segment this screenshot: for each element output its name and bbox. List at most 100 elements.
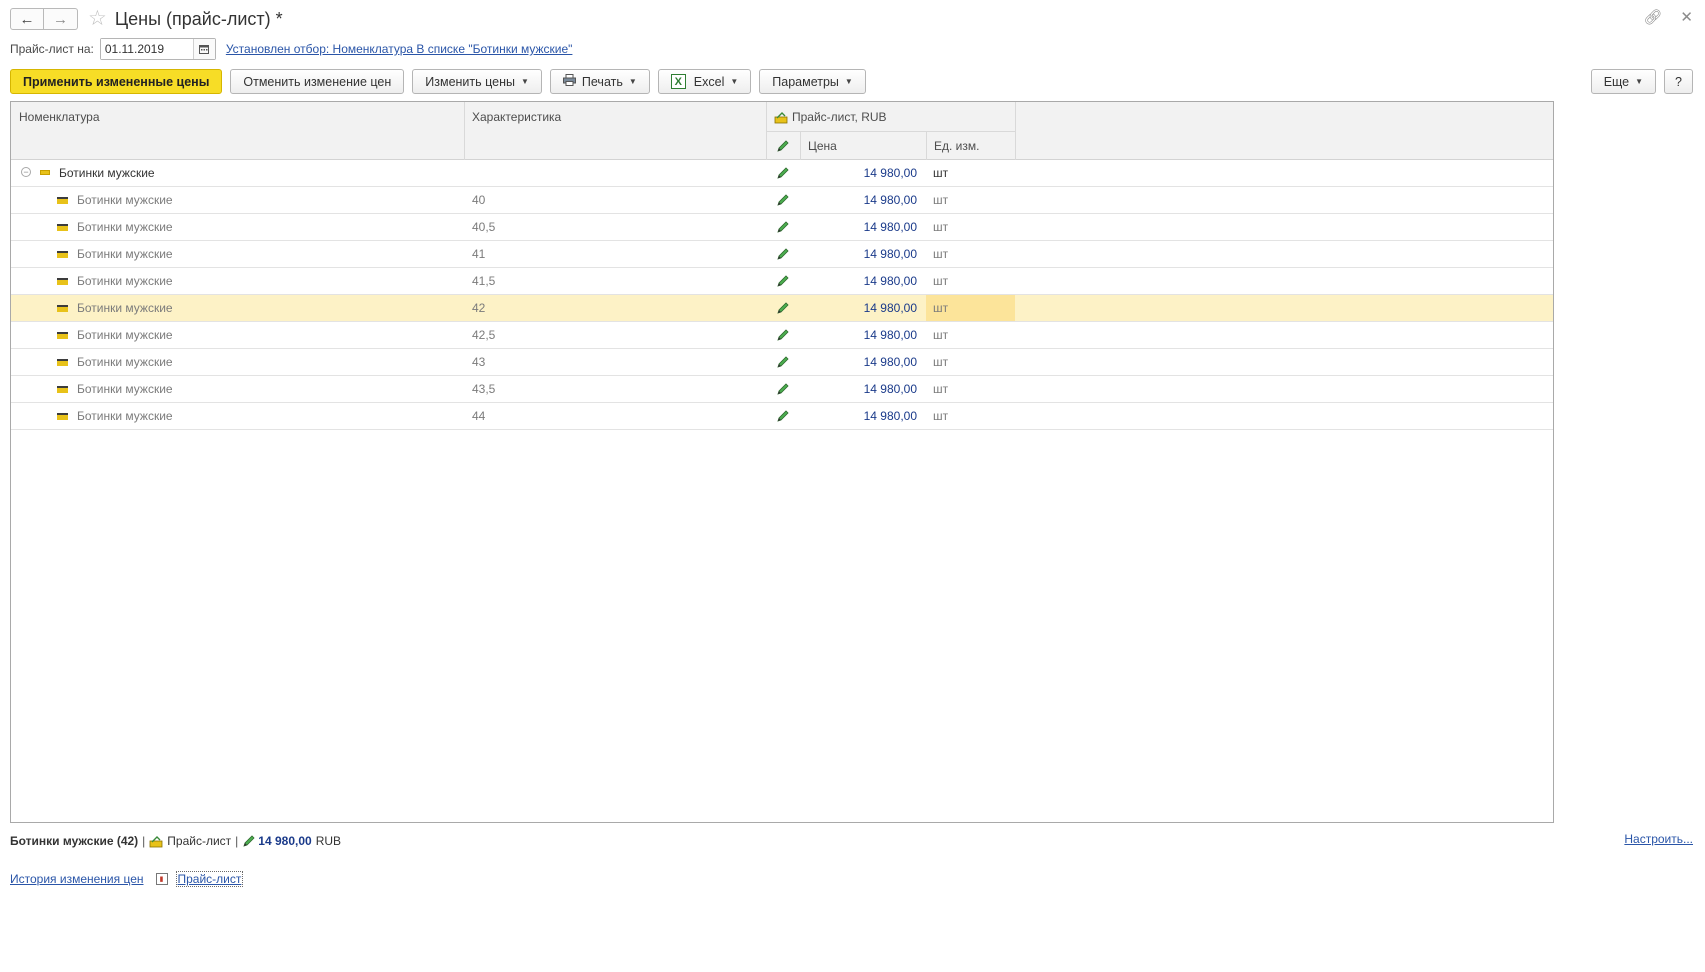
dropdown-arrow-icon: ▼: [520, 77, 529, 86]
cell-characteristic: 41: [472, 247, 486, 261]
date-field[interactable]: [99, 38, 216, 60]
configure-link[interactable]: Настроить...: [1624, 832, 1693, 846]
cell-name: Ботинки мужские: [77, 409, 173, 423]
pricelist-link[interactable]: Прайс-лист: [175, 871, 244, 887]
column-header-name[interactable]: Номенклатура: [11, 102, 464, 131]
cancel-price-change-button[interactable]: Отменить изменение цен: [230, 69, 405, 94]
favorite-star-icon[interactable]: ☆: [88, 8, 107, 29]
cell-unit[interactable]: шт: [926, 376, 1015, 402]
table-row[interactable]: Ботинки мужские 42,5 14 980,00 шт: [11, 322, 1553, 349]
printer-icon: [562, 74, 576, 89]
filter-row: Прайс-лист на: Установлен отбор: Номенкл…: [10, 38, 572, 60]
help-button[interactable]: ?: [1664, 69, 1693, 94]
cell-price[interactable]: 14 980,00: [800, 160, 926, 186]
parameters-button[interactable]: Параметры ▼: [759, 69, 866, 94]
pencil-icon: [777, 410, 789, 422]
cell-unit[interactable]: шт: [926, 268, 1015, 294]
cell-unit[interactable]: шт: [926, 322, 1015, 348]
forward-button[interactable]: →: [44, 8, 78, 30]
table-row[interactable]: Ботинки мужские 43,5 14 980,00 шт: [11, 376, 1553, 403]
pencil-icon: [777, 329, 789, 341]
table-row-group[interactable]: − Ботинки мужские 14 980,00 шт: [11, 160, 1553, 187]
pencil-icon: [777, 383, 789, 395]
back-button[interactable]: ←: [10, 8, 44, 30]
cell-edit[interactable]: [766, 187, 800, 213]
cell-characteristic: 43,5: [472, 382, 496, 396]
cell-unit[interactable]: шт: [926, 214, 1015, 240]
cell-edit[interactable]: [766, 403, 800, 429]
excel-label: Excel: [693, 74, 725, 89]
cell-edit[interactable]: [766, 376, 800, 402]
window-controls: 🔗︎ ✕: [1643, 8, 1693, 26]
print-button[interactable]: Печать ▼: [549, 69, 650, 94]
header-divider: [926, 131, 927, 160]
column-header-edit[interactable]: [766, 131, 800, 160]
more-button[interactable]: Еще ▼: [1590, 69, 1657, 94]
cell-edit[interactable]: [766, 160, 800, 186]
status-line: Ботинки мужские (42) | Прайс-лист | 14 9…: [10, 833, 341, 849]
column-header-characteristic[interactable]: Характеристика: [464, 102, 766, 131]
table-header: Номенклатура Характеристика Прайс-лист, …: [11, 102, 1553, 160]
title-bar: ← → ☆ Цены (прайс-лист) *: [10, 6, 283, 32]
cell-unit[interactable]: шт: [926, 349, 1015, 375]
cell-unit[interactable]: шт: [926, 241, 1015, 267]
table-row[interactable]: Ботинки мужские 44 14 980,00 шт: [11, 403, 1553, 430]
pencil-icon: [777, 302, 789, 314]
column-header-pricelist[interactable]: Прайс-лист, RUB: [766, 102, 1015, 131]
cell-characteristic: 41,5: [472, 274, 496, 288]
cell-name: Ботинки мужские: [77, 220, 173, 234]
cell-edit[interactable]: [766, 322, 800, 348]
forward-arrow-icon: →: [53, 10, 68, 28]
change-prices-button[interactable]: Изменить цены ▼: [412, 69, 542, 94]
dropdown-arrow-icon: ▼: [628, 77, 637, 86]
column-header-price[interactable]: Цена: [800, 131, 926, 160]
cell-characteristic: 40: [472, 193, 486, 207]
cell-edit[interactable]: [766, 268, 800, 294]
cell-characteristic: 42,5: [472, 328, 496, 342]
close-icon[interactable]: ✕: [1680, 8, 1693, 26]
table-row[interactable]: Ботинки мужские 41 14 980,00 шт: [11, 241, 1553, 268]
cell-price[interactable]: 14 980,00: [800, 214, 926, 240]
filter-link[interactable]: Установлен отбор: Номенклатура В списке …: [226, 42, 573, 56]
calendar-button[interactable]: [192, 39, 215, 59]
cell-edit[interactable]: [766, 295, 800, 321]
pricelist-icon: [149, 836, 163, 848]
table-row[interactable]: Ботинки мужские 42 14 980,00 шт: [11, 295, 1553, 322]
cell-price[interactable]: 14 980,00: [800, 295, 926, 321]
cell-unit[interactable]: шт: [926, 295, 1015, 321]
status-currency: RUB: [315, 834, 342, 848]
date-input[interactable]: [100, 39, 193, 59]
pencil-icon: [777, 194, 789, 206]
cell-unit[interactable]: шт: [926, 187, 1015, 213]
dropdown-arrow-icon: ▼: [844, 77, 853, 86]
table-row[interactable]: Ботинки мужские 41,5 14 980,00 шт: [11, 268, 1553, 295]
price-table[interactable]: Номенклатура Характеристика Прайс-лист, …: [10, 101, 1554, 823]
cell-price[interactable]: 14 980,00: [800, 187, 926, 213]
excel-button[interactable]: X Excel ▼: [657, 69, 752, 94]
cell-price[interactable]: 14 980,00: [800, 268, 926, 294]
cell-edit[interactable]: [766, 241, 800, 267]
table-row[interactable]: Ботинки мужские 40 14 980,00 шт: [11, 187, 1553, 214]
cell-price[interactable]: 14 980,00: [800, 241, 926, 267]
cell-edit[interactable]: [766, 349, 800, 375]
cell-unit[interactable]: шт: [926, 403, 1015, 429]
cell-characteristic: 44: [472, 409, 486, 423]
table-row[interactable]: Ботинки мужские 43 14 980,00 шт: [11, 349, 1553, 376]
status-separator: |: [235, 834, 239, 848]
status-pricelist: Прайс-лист: [167, 834, 232, 848]
cell-price[interactable]: 14 980,00: [800, 349, 926, 375]
parameters-label: Параметры: [772, 74, 839, 89]
price-history-link[interactable]: История изменения цен: [10, 872, 144, 886]
pencil-icon: [777, 139, 789, 152]
link-icon[interactable]: 🔗︎: [1643, 8, 1662, 26]
table-row[interactable]: Ботинки мужские 40,5 14 980,00 шт: [11, 214, 1553, 241]
cell-unit[interactable]: шт: [926, 160, 1015, 186]
cell-edit[interactable]: [766, 214, 800, 240]
cell-price[interactable]: 14 980,00: [800, 322, 926, 348]
cell-price[interactable]: 14 980,00: [800, 376, 926, 402]
cell-price[interactable]: 14 980,00: [800, 403, 926, 429]
apply-changed-prices-button[interactable]: Применить измененные цены: [10, 69, 223, 94]
column-header-unit[interactable]: Ед. изм.: [926, 131, 1015, 160]
window-title: Цены (прайс-лист) *: [114, 8, 283, 29]
status-separator: |: [142, 834, 146, 848]
